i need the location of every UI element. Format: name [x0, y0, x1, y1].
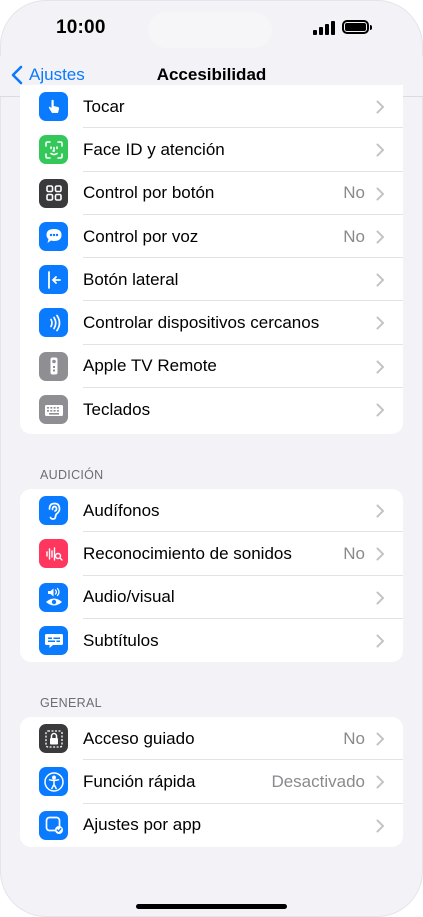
- nearby-devices-icon: [39, 308, 68, 338]
- dynamic-island: [148, 12, 272, 48]
- row-value: No: [343, 728, 365, 748]
- per-app-settings-icon: [39, 810, 68, 840]
- row-label: Subtítulos: [83, 630, 159, 650]
- cellular-signal-icon: [313, 21, 337, 35]
- chevron-right-icon: [376, 547, 385, 566]
- row-label: Función rápida: [83, 771, 196, 791]
- settings-row-control-por-boton[interactable]: Control por botón No: [20, 172, 403, 216]
- settings-row-subtitulos[interactable]: Subtítulos: [20, 619, 403, 662]
- chevron-right-icon: [376, 403, 385, 422]
- settings-row-audifonos[interactable]: Audífonos: [20, 489, 403, 533]
- settings-row-boton-lateral[interactable]: Botón lateral: [20, 258, 403, 302]
- settings-row-teclados[interactable]: Teclados: [20, 388, 403, 431]
- chevron-right-icon: [376, 273, 385, 292]
- chevron-right-icon: [376, 732, 385, 751]
- settings-row-controlar-dispositivos-cercanos[interactable]: Controlar dispositivos cercanos: [20, 301, 403, 346]
- section-title-hearing: AUDICIÓN: [40, 468, 104, 482]
- switch-control-icon: [39, 178, 68, 208]
- battery-icon: [342, 20, 372, 34]
- face-id-icon: [39, 135, 68, 165]
- row-label: Audio/visual: [83, 587, 175, 607]
- row-label: Control por botón: [83, 183, 215, 203]
- chevron-right-icon: [376, 504, 385, 523]
- settings-row-tocar[interactable]: Tocar: [20, 85, 403, 129]
- chevron-right-icon: [376, 316, 385, 335]
- chevron-right-icon: [376, 819, 385, 838]
- settings-row-ajustes-por-app[interactable]: Ajustes por app: [20, 804, 403, 847]
- interaction-group: Tocar Face ID y atención Control por botón…: [20, 85, 403, 434]
- voice-control-icon: [39, 221, 68, 251]
- settings-row-apple-tv-remote[interactable]: Apple TV Remote: [20, 345, 403, 389]
- hearing-group: Audífonos Reconocimiento de sonidos No Audi…: [20, 489, 403, 662]
- settings-row-control-por-voz[interactable]: Control por voz No: [20, 215, 403, 259]
- row-label: Botón lateral: [83, 269, 179, 289]
- row-label: Teclados: [83, 399, 151, 419]
- row-label: Reconocimiento de sonidos: [83, 543, 292, 563]
- chevron-right-icon: [376, 143, 385, 162]
- chevron-right-icon: [376, 775, 385, 794]
- subtitles-icon: [39, 625, 68, 655]
- guided-access-icon: [39, 724, 68, 753]
- row-label: Face ID y atención: [83, 139, 225, 159]
- home-indicator[interactable]: [136, 904, 287, 909]
- status-bar: 10:00: [0, 0, 423, 56]
- row-value: No: [343, 226, 365, 246]
- row-label: Control por voz: [83, 226, 199, 246]
- settings-row-face-id-y-atencion[interactable]: Face ID y atención: [20, 128, 403, 172]
- row-label: Tocar: [83, 96, 125, 116]
- sound-recognition-icon: [39, 539, 68, 569]
- keyboard-icon: [39, 395, 68, 425]
- row-label: Acceso guiado: [83, 728, 195, 748]
- chevron-right-icon: [376, 591, 385, 610]
- row-label: Audífonos: [83, 500, 160, 520]
- settings-row-reconocimiento-de-sonidos[interactable]: Reconocimiento de sonidos No: [20, 532, 403, 576]
- row-value: No: [343, 183, 365, 203]
- page-title: Accesibilidad: [156, 65, 267, 84]
- row-label: Ajustes por app: [83, 815, 202, 835]
- row-label: Controlar dispositivos cercanos: [83, 313, 320, 333]
- side-button-icon: [39, 265, 68, 295]
- settings-row-audio-visual[interactable]: Audio/visual: [20, 576, 403, 620]
- tv-remote-icon: [39, 351, 68, 381]
- settings-row-funcion-rapida[interactable]: Función rápida Desactivado: [20, 760, 403, 804]
- chevron-right-icon: [376, 634, 385, 653]
- chevron-right-icon: [376, 230, 385, 249]
- chevron-right-icon: [376, 100, 385, 119]
- status-time: 10:00: [56, 17, 106, 38]
- settings-row-acceso-guiado[interactable]: Acceso guiado No: [20, 717, 403, 761]
- chevron-right-icon: [376, 360, 385, 379]
- phone-screen: 10:00 Ajustes Accesibilidad Tocar Face ID…: [0, 0, 423, 917]
- row-value: Desactivado: [271, 771, 365, 791]
- hand-tap-icon: [39, 92, 68, 121]
- row-label: Apple TV Remote: [83, 356, 217, 376]
- accessibility-shortcut-icon: [39, 767, 68, 797]
- section-title-general: GENERAL: [40, 696, 102, 710]
- row-value: No: [343, 543, 365, 563]
- general-group: Acceso guiado No Función rápida Desactivado…: [20, 717, 403, 847]
- audio-visual-icon: [39, 582, 68, 612]
- ear-icon: [39, 496, 68, 525]
- chevron-right-icon: [376, 187, 385, 206]
